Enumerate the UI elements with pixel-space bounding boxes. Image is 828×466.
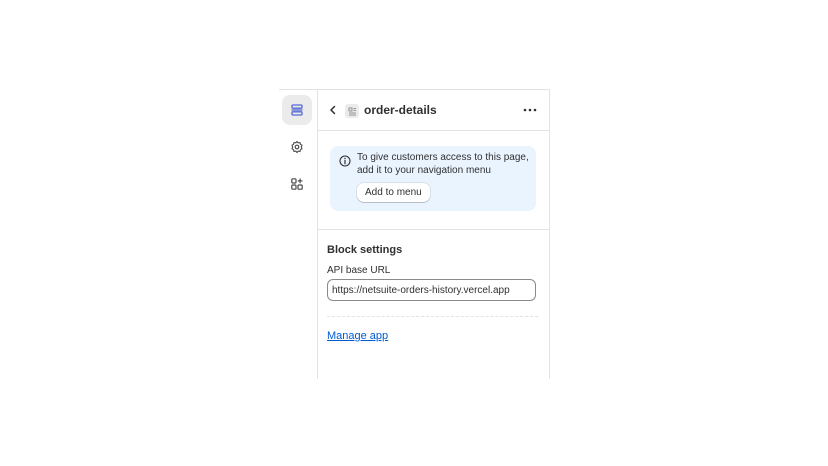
block-settings-heading: Block settings bbox=[327, 244, 403, 256]
info-icon bbox=[339, 155, 351, 167]
panel-header: order-details bbox=[318, 90, 549, 131]
gear-icon bbox=[291, 140, 303, 154]
add-to-menu-button[interactable]: Add to menu bbox=[357, 183, 430, 202]
banner-message: To give customers access to this page, a… bbox=[357, 152, 529, 176]
rail-settings-button[interactable] bbox=[282, 132, 312, 162]
back-button[interactable] bbox=[325, 102, 341, 118]
page-title: order-details bbox=[364, 103, 437, 117]
settings-divider bbox=[327, 316, 538, 317]
chevron-left-icon bbox=[330, 105, 336, 115]
navigation-info-banner: To give customers access to this page, a… bbox=[330, 146, 536, 211]
manage-app-link[interactable]: Manage app bbox=[327, 330, 388, 342]
api-base-url-label: API base URL bbox=[327, 265, 391, 276]
more-horizontal-icon bbox=[523, 108, 537, 112]
app-add-icon bbox=[291, 178, 303, 190]
rail-sections-button[interactable] bbox=[282, 95, 312, 125]
editor-frame: order-details To give customers access t… bbox=[279, 89, 550, 379]
api-base-url-input[interactable] bbox=[327, 279, 536, 301]
more-actions-button[interactable] bbox=[520, 102, 540, 118]
sections-icon bbox=[291, 104, 303, 116]
page-icon bbox=[345, 104, 359, 118]
rail-apps-button[interactable] bbox=[282, 169, 312, 199]
settings-panel: order-details To give customers access t… bbox=[317, 89, 550, 379]
section-divider bbox=[318, 229, 549, 230]
left-rail bbox=[279, 89, 317, 379]
